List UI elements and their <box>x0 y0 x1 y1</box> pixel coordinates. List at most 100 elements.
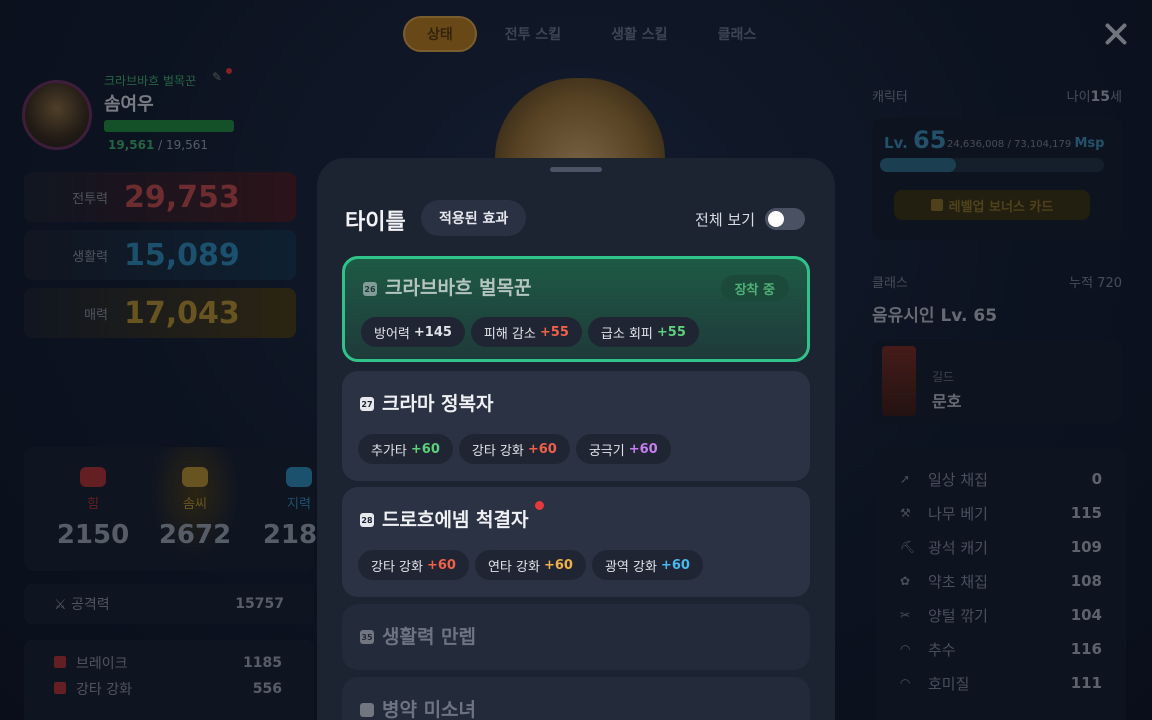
hp-bar <box>104 120 234 132</box>
exp-text: 24,636,008 / 73,104,179 Msp <box>947 136 1105 151</box>
life-power-value: 15,089 <box>124 237 240 273</box>
list-item: ⚒ 나무 베기 115 <box>900 504 1102 523</box>
attack-label: ⚔ 공격력 <box>54 597 110 613</box>
card-icon <box>930 199 943 211</box>
applied-effects-button[interactable]: 적용된 효과 <box>421 200 527 236</box>
effect-chip: 피해 감소 +55 <box>470 317 582 347</box>
effect-chip: 강타 강화 +60 <box>358 550 469 580</box>
title-card-locked[interactable]: 35 생활력 만렙 <box>342 604 810 670</box>
shears-icon: ✂ <box>900 608 911 622</box>
character-name: 솜여우 <box>104 94 154 115</box>
axe-icon: ⚒ <box>900 506 911 520</box>
brain-icon <box>286 467 312 487</box>
view-all-label: 전체 보기 <box>695 210 755 229</box>
attribute-name: 힘 <box>87 497 99 512</box>
close-icon[interactable] <box>1102 20 1130 48</box>
tab-class[interactable]: 클래스 <box>696 16 779 52</box>
class-label: 클래스 <box>872 276 908 291</box>
effect-chip: 강타 강화 +60 <box>458 434 570 464</box>
list-item: 강타 강화 556 <box>54 676 282 702</box>
level: Lv. 65 <box>884 126 947 154</box>
age: 나이15세 <box>1066 89 1122 105</box>
combat-power-row: 전투력 29,753 <box>24 172 296 222</box>
effect-chip: 궁극기 +60 <box>575 434 671 464</box>
attribute-value: 2672 <box>158 520 232 550</box>
charm-value: 17,043 <box>124 295 240 331</box>
list-item: 브레이크 1185 <box>54 650 282 676</box>
attribute-name: 솜씨 <box>183 497 207 512</box>
attack-row: ⚔ 공격력 15757 <box>24 584 314 624</box>
effect-chip: 급소 회피 +55 <box>587 317 699 347</box>
effect-chip: 추가타 +60 <box>358 434 453 464</box>
class-info: 클래스 누적 720 음유시인 Lv. 65 <box>872 272 1122 326</box>
gather-icon: ➚ <box>900 472 911 486</box>
view-all-toggle[interactable] <box>765 208 805 230</box>
title-card[interactable]: 26 크라브바흐 벌목꾼 장착 중 방어력 +145 피해 감소 +55 급소 … <box>342 256 810 362</box>
title-number-badge: 28 <box>360 513 374 527</box>
list-item: ◠ 호미질 111 <box>900 674 1102 693</box>
hoe-icon: ◠ <box>900 676 911 690</box>
level-panel: Lv. 65 24,636,008 / 73,104,179 Msp 레벨업 보… <box>872 118 1122 240</box>
sheet-title: 타이틀 <box>345 210 406 235</box>
guild-name: 문호 <box>932 392 962 411</box>
attribute-strength[interactable]: 힘 2150 <box>48 467 138 550</box>
list-item: ✂ 양털 깎기 104 <box>900 606 1102 625</box>
title-number-badge: 35 <box>360 630 374 644</box>
title-card-locked[interactable]: 병약 미소녀 <box>342 677 810 720</box>
fist-icon <box>80 467 106 487</box>
list-item: ➚ 일상 채집 0 <box>900 470 1102 489</box>
break-icon <box>54 656 66 668</box>
profile-title: 크라브바흐 벌목꾼 <box>104 74 197 88</box>
tab-life-skill[interactable]: 생활 스킬 <box>589 16 689 52</box>
combat-power-value: 29,753 <box>124 179 240 215</box>
equipped-badge: 장착 중 <box>720 275 789 301</box>
exp-bar-fill <box>880 158 957 172</box>
levelup-bonus-button[interactable]: 레벨업 보너스 카드 <box>894 190 1090 220</box>
attribute-panel: 힘 2150 솜씨 2672 지력 2183 <box>24 447 335 571</box>
title-card[interactable]: 27 크라마 정복자 추가타 +60 강타 강화 +60 궁극기 +60 <box>342 371 810 481</box>
title-card[interactable]: 28 드로흐에넴 척결자 강타 강화 +60 연타 강화 +60 광역 강화 +… <box>342 487 810 597</box>
class-name: 음유시인 Lv. 65 <box>872 306 998 326</box>
guild-panel[interactable]: 길드 문호 <box>872 340 1122 424</box>
character-header: 캐릭터 나이15세 <box>872 86 1122 105</box>
profile-header: 크라브바흐 벌목꾼 ✎ 솜여우 19,561 / 19,561 <box>22 68 302 160</box>
character-label: 캐릭터 <box>872 90 908 105</box>
title-number-badge <box>360 703 374 717</box>
life-skill-list: ➚ 일상 채집 0 ⚒ 나무 베기 115 ⛏ 광석 캐기 109 ✿ 약초 채집 108 ✂ 양… <box>876 448 1126 720</box>
tab-combat-skill[interactable]: 전투 스킬 <box>483 16 583 52</box>
combat-power-label: 전투력 <box>72 191 108 207</box>
attribute-dexterity[interactable]: 솜씨 2672 <box>150 447 240 557</box>
avatar[interactable] <box>22 80 92 150</box>
edit-icon[interactable]: ✎ <box>212 68 232 86</box>
effect-chip: 광역 강화 +60 <box>591 550 703 580</box>
list-item: ✿ 약초 채집 108 <box>900 572 1102 591</box>
tab-status[interactable]: 상태 <box>403 16 477 52</box>
effect-chip: 방어력 +145 <box>361 317 465 347</box>
list-item: ⛏ 광석 캐기 109 <box>900 538 1102 557</box>
attack-value: 15757 <box>235 596 284 612</box>
attribute-value: 2150 <box>56 520 130 550</box>
hp-text: 19,561 / 19,561 <box>108 138 208 152</box>
drag-handle[interactable] <box>550 167 602 172</box>
title-number-badge: 27 <box>360 397 374 411</box>
guild-label: 길드 <box>932 370 955 384</box>
life-power-label: 생활력 <box>72 249 108 265</box>
effect-chip: 연타 강화 +60 <box>474 550 586 580</box>
cumulative-text: 누적 720 <box>1069 276 1122 291</box>
herb-icon: ✿ <box>900 574 911 588</box>
title-name: 생활력 만렙 <box>382 626 477 648</box>
charm-label: 매력 <box>84 307 108 323</box>
sickle-icon: ◠ <box>900 642 911 656</box>
title-name: 병약 미소녀 <box>382 699 477 720</box>
top-tab-bar: 상태 전투 스킬 생활 스킬 클래스 <box>403 16 778 52</box>
hand-icon <box>182 467 208 487</box>
title-name: 크라마 정복자 <box>382 393 494 415</box>
new-indicator-dot <box>535 501 544 510</box>
title-sheet: 타이틀 적용된 효과 전체 보기 26 크라브바흐 벌목꾼 장착 중 방어력 +… <box>317 158 835 720</box>
view-all-toggle-row: 전체 보기 <box>695 208 805 230</box>
life-power-row: 생활력 15,089 <box>24 230 296 280</box>
title-name: 크라브바흐 벌목꾼 <box>385 277 532 299</box>
sub-stat-list: 브레이크 1185 강타 강화 556 <box>24 640 314 720</box>
exp-bar <box>880 158 1104 172</box>
charm-row: 매력 17,043 <box>24 288 296 338</box>
